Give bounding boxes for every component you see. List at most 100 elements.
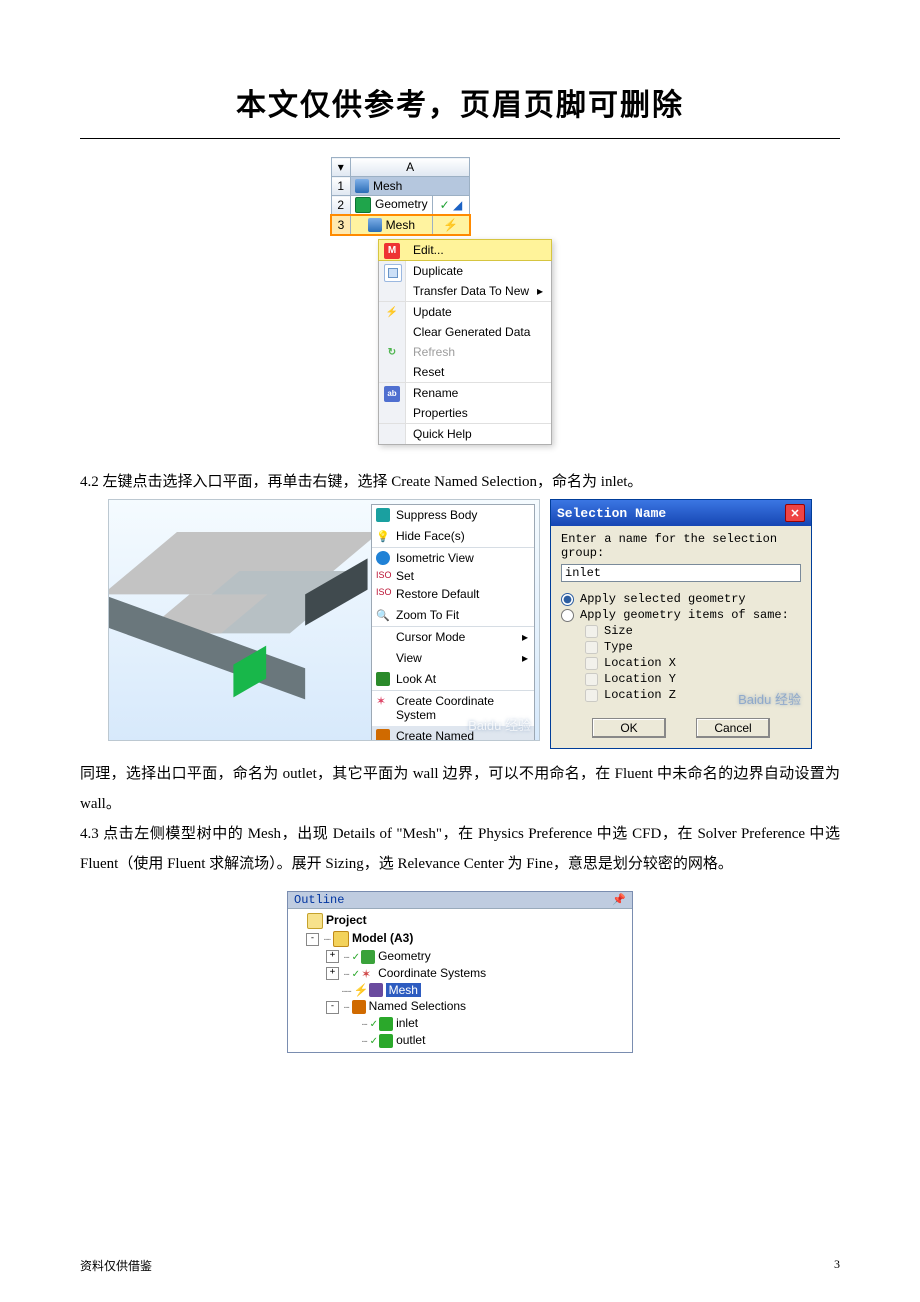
coord-icon	[361, 967, 375, 981]
mesh-system-icon	[355, 179, 369, 193]
geometry-body	[108, 532, 358, 735]
dialog-titlebar[interactable]: Selection Name ✕	[551, 500, 811, 526]
menu-duplicate[interactable]: Duplicate	[379, 261, 551, 281]
node-named-selections[interactable]: ···· Named Selections	[292, 998, 628, 1015]
menu-edit[interactable]: M Edit...	[378, 239, 552, 261]
node-mesh[interactable]: ······· ⚡Mesh	[292, 982, 628, 999]
outline-panel: Outline Project ····· Model (A3) ···· Ge…	[287, 891, 633, 1053]
expander-minus-icon[interactable]	[306, 933, 319, 946]
viewport-context-menu: Suppress Body Hide Face(s) Isometric Vie…	[371, 504, 535, 741]
duplicate-icon	[384, 264, 402, 282]
row-3-num: 3	[331, 215, 351, 235]
mesh-cell-icon	[368, 218, 382, 232]
row-1-mesh-header[interactable]: Mesh	[351, 177, 470, 196]
node-inlet[interactable]: ···· inlet	[292, 1015, 628, 1032]
footer-left: 资料仅供借鉴	[80, 1257, 152, 1274]
named-selections-icon	[352, 1000, 366, 1014]
outline-tree[interactable]: Project ····· Model (A3) ···· Geometry ·…	[288, 909, 632, 1052]
cancel-button[interactable]: Cancel	[696, 718, 770, 738]
menu-properties[interactable]: Properties	[379, 403, 551, 423]
rename-icon	[384, 386, 400, 402]
outlet-icon	[379, 1034, 393, 1048]
para-after-4-2: 同理，选择出口平面，命名为 outlet，其它平面为 wall 边界，可以不用命…	[80, 759, 840, 819]
expander-plus-icon[interactable]	[326, 967, 339, 980]
mi-named-selection[interactable]: Create Named Selection	[372, 726, 534, 741]
expander-plus-icon[interactable]	[326, 950, 339, 963]
mi-set[interactable]: ISOSet	[372, 569, 534, 584]
opt-apply-same[interactable]: Apply geometry items of same:	[561, 608, 801, 622]
suppress-icon	[376, 508, 390, 522]
mi-view[interactable]: View	[372, 648, 534, 669]
zoom-icon	[376, 608, 390, 622]
chk-locy-row: Location Y	[585, 672, 801, 686]
close-icon[interactable]: ✕	[785, 504, 805, 522]
chk-type	[585, 641, 598, 654]
ok-button[interactable]: OK	[592, 718, 666, 738]
page-header: 本文仅供参考，页眉页脚可删除	[80, 80, 840, 124]
chk-size	[585, 625, 598, 638]
expander-minus-icon[interactable]	[326, 1001, 339, 1014]
mesh-status: ⚡	[432, 215, 470, 235]
mi-cursor[interactable]: Cursor Mode	[372, 627, 534, 648]
node-outlet[interactable]: ···· outlet	[292, 1032, 628, 1049]
row-1-num: 1	[331, 177, 351, 196]
menu-refresh: Refresh	[379, 342, 551, 362]
iso-icon	[376, 551, 390, 565]
inlet-icon	[379, 1017, 393, 1031]
menu-rename[interactable]: Rename	[379, 383, 551, 403]
radio-apply-selected[interactable]	[561, 593, 574, 606]
node-project[interactable]: Project	[292, 912, 628, 930]
3d-viewport[interactable]: Suppress Body Hide Face(s) Isometric Vie…	[108, 499, 540, 741]
menu-transfer[interactable]: Transfer Data To New	[379, 281, 551, 301]
outline-header[interactable]: Outline	[288, 892, 632, 909]
col-dropdown[interactable]: ▾	[331, 158, 351, 177]
axis-icon	[376, 694, 390, 708]
mesh-tree-icon	[369, 983, 383, 997]
menu-quick-help[interactable]: Quick Help	[379, 424, 551, 444]
edit-icon: M	[384, 243, 400, 259]
dialog-prompt: Enter a name for the selection group:	[561, 532, 801, 560]
menu-update[interactable]: Update	[379, 302, 551, 322]
figure-viewport: Suppress Body Hide Face(s) Isometric Vie…	[108, 499, 538, 749]
chk-locx-row: Location X	[585, 656, 801, 670]
named-sel-icon	[376, 729, 390, 741]
update-icon	[384, 305, 400, 321]
refresh-icon	[384, 345, 400, 361]
row-2-geometry[interactable]: Geometry	[351, 196, 433, 216]
mi-suppress[interactable]: Suppress Body	[372, 505, 534, 526]
dialog-title: Selection Name	[557, 506, 666, 521]
node-model[interactable]: ····· Model (A3)	[292, 930, 628, 948]
opt-apply-selected[interactable]: Apply selected geometry	[561, 592, 801, 606]
project-icon	[307, 913, 323, 929]
geometry-tree-icon	[361, 950, 375, 964]
chk-locx	[585, 657, 598, 670]
para-4-3: 4.3 点击左侧模型树中的 Mesh，出现 Details of "Mesh"，…	[80, 819, 840, 879]
mi-coord[interactable]: Create Coordinate System	[372, 691, 534, 726]
selection-name-input[interactable]	[561, 564, 801, 582]
mi-hide[interactable]: Hide Face(s)	[372, 526, 534, 547]
menu-reset[interactable]: Reset	[379, 362, 551, 382]
model-icon	[333, 931, 349, 947]
schematic-table: ▾ A 1 Mesh 2 Geometry ✓ ◢ 3	[330, 157, 471, 236]
node-geometry[interactable]: ···· Geometry	[292, 948, 628, 965]
pin-icon[interactable]	[612, 893, 626, 907]
chk-size-row: Size	[585, 624, 801, 638]
bulb-icon	[376, 529, 390, 543]
col-a-header: A	[351, 158, 470, 177]
mi-look[interactable]: Look At	[372, 669, 534, 690]
chk-locz	[585, 689, 598, 702]
para-4-2: 4.2 左键点击选择入口平面，再单击右键，选择 Create Named Sel…	[80, 467, 840, 497]
row-3-mesh-cell[interactable]: Mesh	[351, 215, 433, 235]
mi-restore[interactable]: ISORestore Default	[372, 584, 534, 605]
chk-type-row: Type	[585, 640, 801, 654]
radio-apply-same[interactable]	[561, 609, 574, 622]
chk-locz-row: Location Z	[585, 688, 801, 702]
header-rule	[80, 138, 840, 139]
geometry-status: ✓ ◢	[432, 196, 470, 216]
menu-clear[interactable]: Clear Generated Data	[379, 322, 551, 342]
lookat-icon	[376, 672, 390, 686]
node-coord[interactable]: ···· Coordinate Systems	[292, 965, 628, 982]
mi-iso[interactable]: Isometric View	[372, 548, 534, 569]
chk-locy	[585, 673, 598, 686]
mi-zoom[interactable]: Zoom To Fit	[372, 605, 534, 626]
